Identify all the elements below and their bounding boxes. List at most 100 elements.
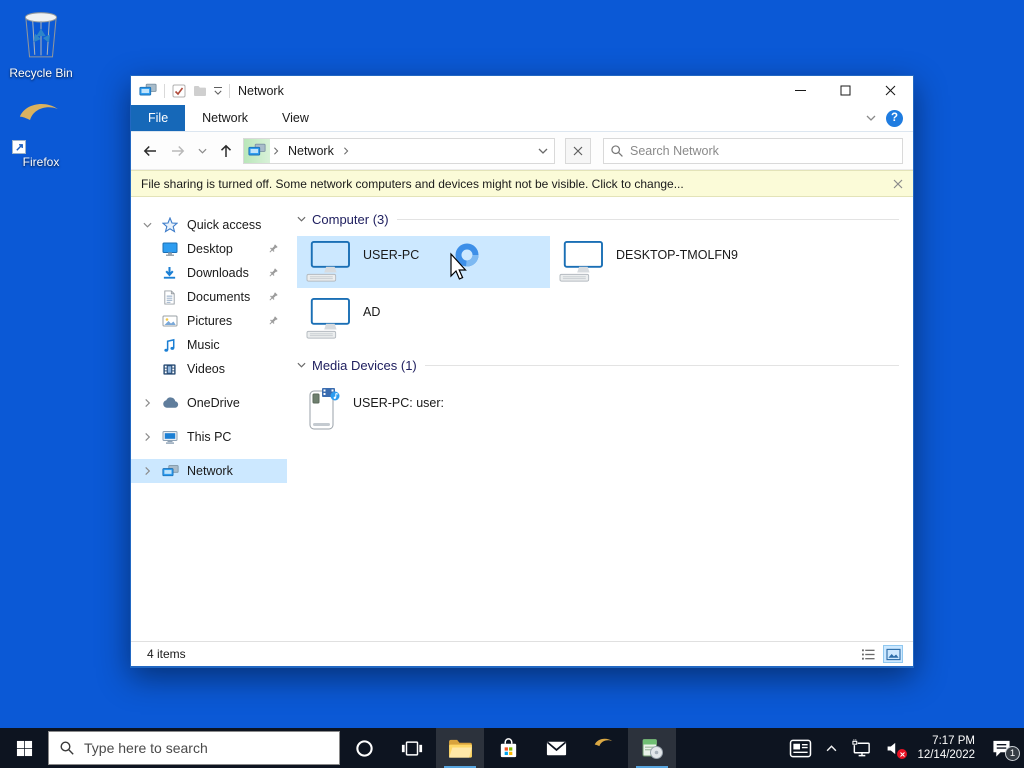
divider xyxy=(424,364,899,366)
properties-button[interactable] xyxy=(172,84,186,98)
sidebar-item-quick-access[interactable]: Quick access xyxy=(131,213,287,237)
sidebar-item-documents[interactable]: Documents xyxy=(131,285,287,309)
cortana-button[interactable] xyxy=(340,728,388,768)
stop-refresh-button[interactable] xyxy=(565,137,591,164)
videos-icon xyxy=(162,361,179,378)
tab-view[interactable]: View xyxy=(265,105,326,131)
firefox-taskbar-button[interactable] xyxy=(580,728,628,768)
downloads-icon xyxy=(162,265,179,282)
search-input[interactable] xyxy=(630,143,896,158)
news-widget-button[interactable] xyxy=(782,728,819,768)
breadcrumb-separator-icon xyxy=(272,148,280,154)
sidebar-item-downloads[interactable]: Downloads xyxy=(131,261,287,285)
desktop-icon-label: Recycle Bin xyxy=(9,66,73,80)
network-item-desktop-tmolfn9[interactable]: DESKTOP-TMOLFN9 xyxy=(550,236,803,288)
tab-network[interactable]: Network xyxy=(185,105,265,131)
chevron-right-icon[interactable] xyxy=(139,400,155,406)
file-sharing-info-bar[interactable]: File sharing is turned off. Some network… xyxy=(131,170,913,197)
file-explorer-taskbar-button[interactable] xyxy=(436,728,484,768)
pin-icon xyxy=(268,268,278,278)
desktop-icon-recycle-bin[interactable]: Recycle Bin xyxy=(2,8,80,80)
forward-button[interactable] xyxy=(167,140,189,162)
divider xyxy=(164,83,165,98)
up-button[interactable] xyxy=(215,140,237,162)
desktop-icon xyxy=(162,241,179,258)
chevron-right-icon[interactable] xyxy=(139,434,155,440)
title-bar[interactable]: Network xyxy=(131,76,913,105)
mail-button[interactable] xyxy=(532,728,580,768)
info-bar-text[interactable]: File sharing is turned off. Some network… xyxy=(141,177,684,191)
volume-tray-icon[interactable] xyxy=(879,728,909,768)
large-icons-view-button[interactable] xyxy=(883,645,903,663)
network-tray-icon[interactable] xyxy=(844,728,879,768)
onedrive-icon xyxy=(162,395,179,412)
address-dropdown-icon[interactable] xyxy=(532,148,554,154)
divider xyxy=(229,83,230,98)
sidebar-item-network[interactable]: Network xyxy=(131,459,287,483)
desktop-icon-label: Firefox xyxy=(22,155,60,169)
desktop-icon-firefox[interactable]: Firefox xyxy=(2,98,80,169)
media-device-icon xyxy=(305,387,341,433)
show-hidden-icons-button[interactable] xyxy=(819,728,844,768)
taskbar-search[interactable] xyxy=(48,731,340,765)
volume-muted-badge xyxy=(897,749,908,759)
recent-locations-icon[interactable] xyxy=(195,140,209,162)
computer-icon xyxy=(305,241,351,283)
sidebar-item-pictures[interactable]: Pictures xyxy=(131,309,287,333)
tab-file[interactable]: File xyxy=(131,105,186,131)
documents-icon xyxy=(162,289,179,306)
status-bar: 4 items xyxy=(131,641,913,666)
shortcut-arrow-icon xyxy=(12,140,26,154)
chevron-down-icon[interactable] xyxy=(297,362,306,368)
divider xyxy=(396,218,899,220)
chevron-down-icon[interactable] xyxy=(139,222,155,228)
installer-app-button[interactable] xyxy=(628,728,676,768)
recycle-bin-icon xyxy=(18,8,64,60)
address-network-icon xyxy=(244,138,270,163)
chevron-right-icon[interactable] xyxy=(139,468,155,474)
pin-icon xyxy=(268,316,278,326)
network-item-ad[interactable]: AD xyxy=(297,293,550,345)
navigation-pane: Quick access Desktop Downloads Documents xyxy=(131,197,287,641)
customize-toolbar-button[interactable] xyxy=(214,86,222,95)
address-bar[interactable]: Network xyxy=(243,137,555,164)
start-button[interactable] xyxy=(0,728,48,768)
task-view-button[interactable] xyxy=(388,728,436,768)
pictures-icon xyxy=(162,313,179,330)
quick-access-icon xyxy=(162,217,179,234)
search-box[interactable] xyxy=(603,137,903,164)
chevron-down-icon[interactable] xyxy=(297,216,306,222)
taskbar-search-input[interactable] xyxy=(84,740,329,756)
sidebar-item-desktop[interactable]: Desktop xyxy=(131,237,287,261)
breadcrumb-separator-icon xyxy=(342,148,350,154)
network-window-icon xyxy=(139,83,157,98)
taskbar: 7:17 PM 12/14/2022 1 xyxy=(0,728,1024,768)
network-item-user-pc[interactable]: USER-PC xyxy=(297,236,550,288)
pin-icon xyxy=(268,244,278,254)
sidebar-item-music[interactable]: Music xyxy=(131,333,287,357)
quick-access-toolbar xyxy=(139,83,230,98)
maximize-button[interactable] xyxy=(823,76,868,105)
sidebar-item-onedrive[interactable]: OneDrive xyxy=(131,391,287,415)
sidebar-item-videos[interactable]: Videos xyxy=(131,357,287,381)
breadcrumb[interactable]: Network xyxy=(282,144,340,158)
navigation-toolbar: Network xyxy=(131,132,913,170)
info-bar-close-icon[interactable] xyxy=(893,179,903,189)
microsoft-store-button[interactable] xyxy=(484,728,532,768)
media-device-item-user-pc[interactable]: USER-PC: user: xyxy=(297,382,550,434)
back-button[interactable] xyxy=(139,140,161,162)
minimize-button[interactable] xyxy=(778,76,823,105)
group-header-media-devices[interactable]: Media Devices (1) xyxy=(297,355,899,375)
details-view-button[interactable] xyxy=(858,645,878,663)
sidebar-item-this-pc[interactable]: This PC xyxy=(131,425,287,449)
clock-time: 7:17 PM xyxy=(932,735,975,747)
search-icon xyxy=(59,740,75,756)
collapse-ribbon-icon[interactable] xyxy=(866,115,876,121)
new-folder-button[interactable] xyxy=(193,85,207,97)
help-icon[interactable]: ? xyxy=(886,109,903,127)
file-explorer-window: Network File Network View ? Network Sear… xyxy=(130,75,914,668)
group-header-computer[interactable]: Computer (3) xyxy=(297,209,899,229)
taskbar-clock[interactable]: 7:17 PM 12/14/2022 xyxy=(909,734,983,762)
close-button[interactable] xyxy=(868,76,913,105)
action-center-button[interactable]: 1 xyxy=(983,728,1024,768)
